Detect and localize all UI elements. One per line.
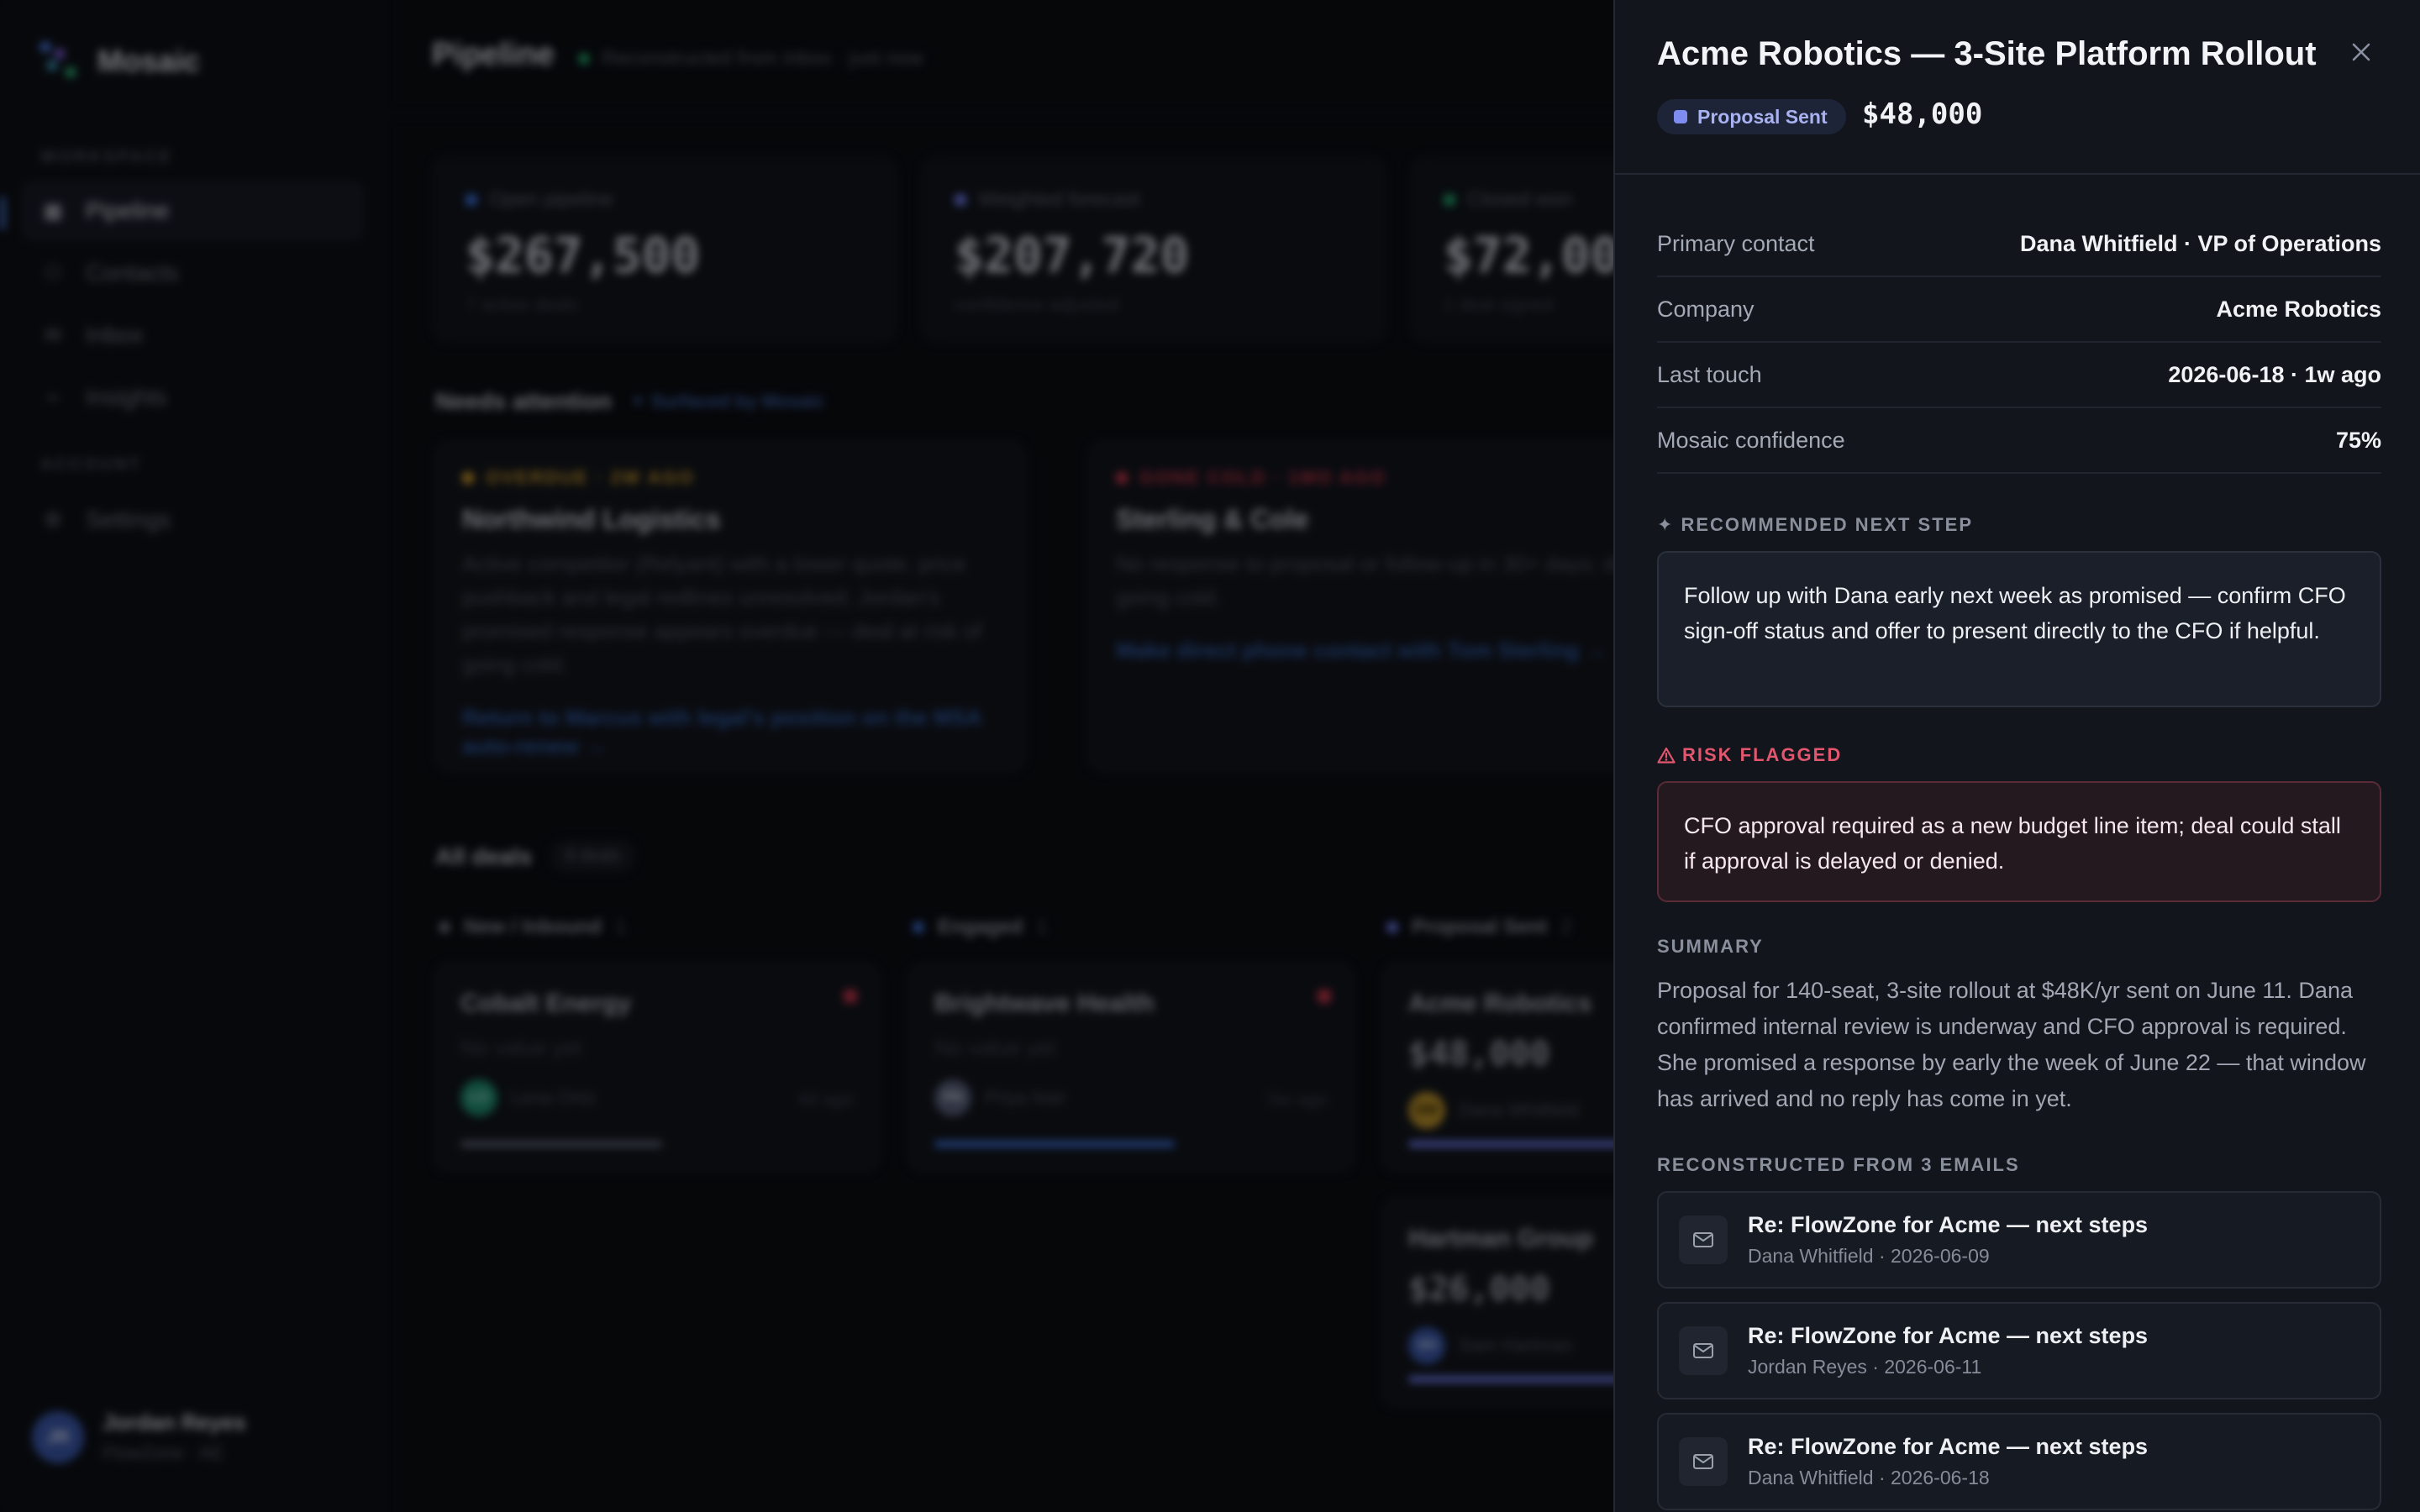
email-subject: Re: FlowZone for Acme — next steps <box>1748 1212 2149 1237</box>
field-value: 75% <box>2335 427 2381 453</box>
stage-label: Proposal Sent <box>1697 105 1828 128</box>
close-button[interactable] <box>2343 34 2380 71</box>
next-step-heading: ✦ RECOMMENDED NEXT STEP <box>1657 514 1973 536</box>
email-item[interactable]: Re: FlowZone for Acme — next steps Jorda… <box>1657 1302 2381 1399</box>
section-title: RECOMMENDED NEXT STEP <box>1681 514 1974 535</box>
field-value: Acme Robotics <box>2216 296 2381 322</box>
field-label: Last touch <box>1657 361 1762 387</box>
field-mosaic-confidence: Mosaic confidence 75% <box>1657 408 2381 474</box>
deal-detail-panel: Acme Robotics — 3-Site Platform Rollout … <box>1613 0 2420 1512</box>
mail-icon <box>1679 1437 1728 1486</box>
field-value: 2026-06-18 · 1w ago <box>2168 361 2381 387</box>
summary-text: Proposal for 140-seat, 3-site rollout at… <box>1657 978 2366 1111</box>
modal-backdrop[interactable] <box>0 0 1613 1512</box>
field-company: Company Acme Robotics <box>1657 277 2381 343</box>
email-meta: Jordan Reyes · 2026-06-11 <box>1748 1356 1982 1378</box>
email-subject: Re: FlowZone for Acme — next steps <box>1748 1323 2149 1348</box>
email-meta: Dana Whitfield · 2026-06-09 <box>1748 1245 1990 1267</box>
field-primary-contact: Primary contact Dana Whitfield · VP of O… <box>1657 212 2381 277</box>
field-label: Mosaic confidence <box>1657 427 1845 453</box>
emails-heading: RECONSTRUCTED FROM 3 EMAILS <box>1657 1154 2020 1175</box>
panel-title: Acme Robotics — 3-Site Platform Rollout <box>1657 35 2317 72</box>
warning-icon <box>1657 747 1676 764</box>
deal-amount: $48,000 <box>1862 97 1983 131</box>
next-step-box: Follow up with Dana early next week as p… <box>1657 551 2381 707</box>
risk-heading: RISK FLAGGED <box>1657 744 1842 766</box>
field-label: Primary contact <box>1657 230 1815 256</box>
summary-heading: SUMMARY <box>1657 936 1764 957</box>
email-subject: Re: FlowZone for Acme — next steps <box>1748 1434 2149 1459</box>
stage-badge: Proposal Sent <box>1657 99 1846 134</box>
close-icon <box>2352 43 2370 61</box>
section-title: RISK FLAGGED <box>1682 744 1843 765</box>
stage-dot-icon <box>1674 110 1687 123</box>
field-value: Dana Whitfield · VP of Operations <box>2019 230 2381 256</box>
risk-box: CFO approval required as a new budget li… <box>1657 781 2381 902</box>
mail-icon <box>1679 1215 1728 1264</box>
field-label: Company <box>1657 296 1754 322</box>
email-item[interactable]: Re: FlowZone for Acme — next steps Dana … <box>1657 1191 2381 1289</box>
field-last-touch: Last touch 2026-06-18 · 1w ago <box>1657 343 2381 408</box>
mail-icon <box>1679 1326 1728 1375</box>
sparkle-icon: ✦ <box>1657 514 1675 535</box>
email-meta: Dana Whitfield · 2026-06-18 <box>1748 1467 1990 1488</box>
email-item[interactable]: Re: FlowZone for Acme — next steps Dana … <box>1657 1413 2381 1510</box>
panel-header: Acme Robotics — 3-Site Platform Rollout … <box>1615 0 2420 175</box>
